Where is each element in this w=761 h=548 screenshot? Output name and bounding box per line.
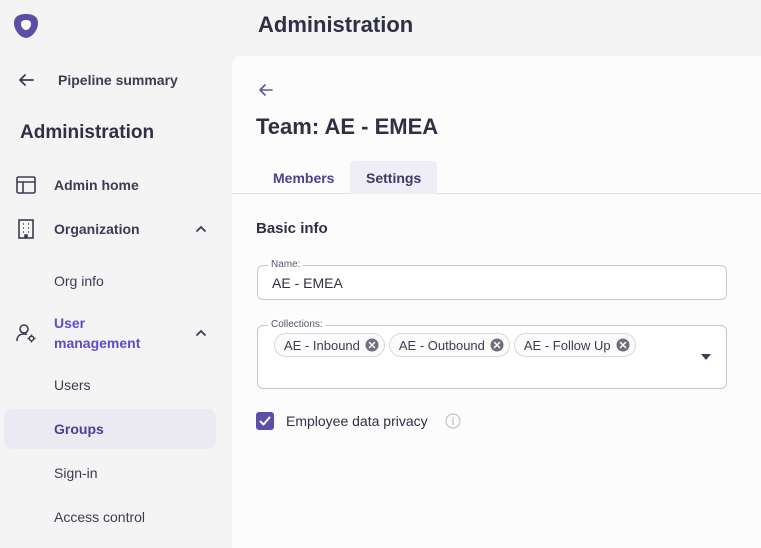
employee-data-privacy-checkbox[interactable] [256,412,274,430]
sidebar-item-users[interactable]: Users [4,365,216,405]
sidebar-item-label: Org info [54,273,104,289]
chip-label: AE - Inbound [284,337,360,353]
table-icon [16,176,36,194]
checkbox-label: Employee data privacy [286,413,428,429]
remove-chip-icon[interactable] [365,338,379,352]
team-title: Team: AE - EMEA [256,114,439,139]
dropdown-caret-icon[interactable] [700,353,712,361]
collection-chip: AE - Follow Up [513,333,636,357]
sidebar-item-admin-home[interactable]: Admin home [4,165,216,205]
collection-chip: AE - Inbound [274,333,385,357]
tab-settings[interactable]: Settings [350,161,438,194]
collection-chips: AE - Inbound AE - Outbound AE - Follow U… [274,333,636,357]
privacy-checkbox-row: Employee data privacy [256,412,461,430]
sidebar-item-user-management[interactable]: User management [4,313,216,353]
collections-field[interactable]: Collections: AE - Inbound AE - Outbound … [257,319,727,389]
arrow-left-icon [19,74,34,86]
name-field[interactable]: Name: AE - EMEA [257,259,727,300]
chevron-up-icon[interactable] [194,222,208,236]
main-panel: Team: AE - EMEA Members Settings Basic i… [232,56,761,548]
sidebar-item-groups[interactable]: Groups [4,409,216,449]
sidebar-title: Administration [20,122,155,143]
sidebar-item-organization[interactable]: Organization [4,209,216,249]
remove-chip-icon[interactable] [616,338,630,352]
chip-label: AE - Follow Up [523,337,611,353]
sidebar-item-sign-in[interactable]: Sign-in [4,453,216,493]
name-field-value[interactable]: AE - EMEA [272,275,343,291]
sidebar-item-access-control[interactable]: Access control [4,497,216,537]
chip-label: AE - Outbound [398,337,485,353]
remove-chip-icon[interactable] [490,338,504,352]
collection-chip: AE - Outbound [388,333,510,357]
checkmark-icon [259,416,271,426]
sidebar-item-label: Users [54,377,91,393]
back-link-label: Pipeline summary [58,72,178,88]
building-icon [18,219,34,239]
sidebar-item-label: Admin home [54,177,139,193]
sidebar-item-label: Access control [54,509,146,525]
page-title: Administration [258,12,414,37]
app-logo-icon[interactable] [12,12,40,40]
user-gear-icon [16,324,36,343]
sidebar-item-label: User management [54,315,141,351]
tab-bar: Members Settings [232,160,761,194]
back-to-pipeline-link[interactable]: Pipeline summary [16,68,178,92]
arrow-left-icon[interactable] [256,80,276,100]
sidebar-item-org-info[interactable]: Org info [4,261,216,301]
section-title: Basic info [256,220,328,237]
sidebar-item-label: Sign-in [54,465,98,481]
sidebar-item-label: Organization [54,221,140,237]
sidebar: Pipeline summary Administration Admin ho… [0,0,232,548]
name-field-label: Name: [268,259,304,270]
info-icon[interactable] [445,413,461,429]
chevron-up-icon[interactable] [194,326,208,340]
sidebar-item-label: Groups [54,421,104,437]
collections-field-label: Collections: [268,319,326,330]
tab-members[interactable]: Members [257,161,350,194]
